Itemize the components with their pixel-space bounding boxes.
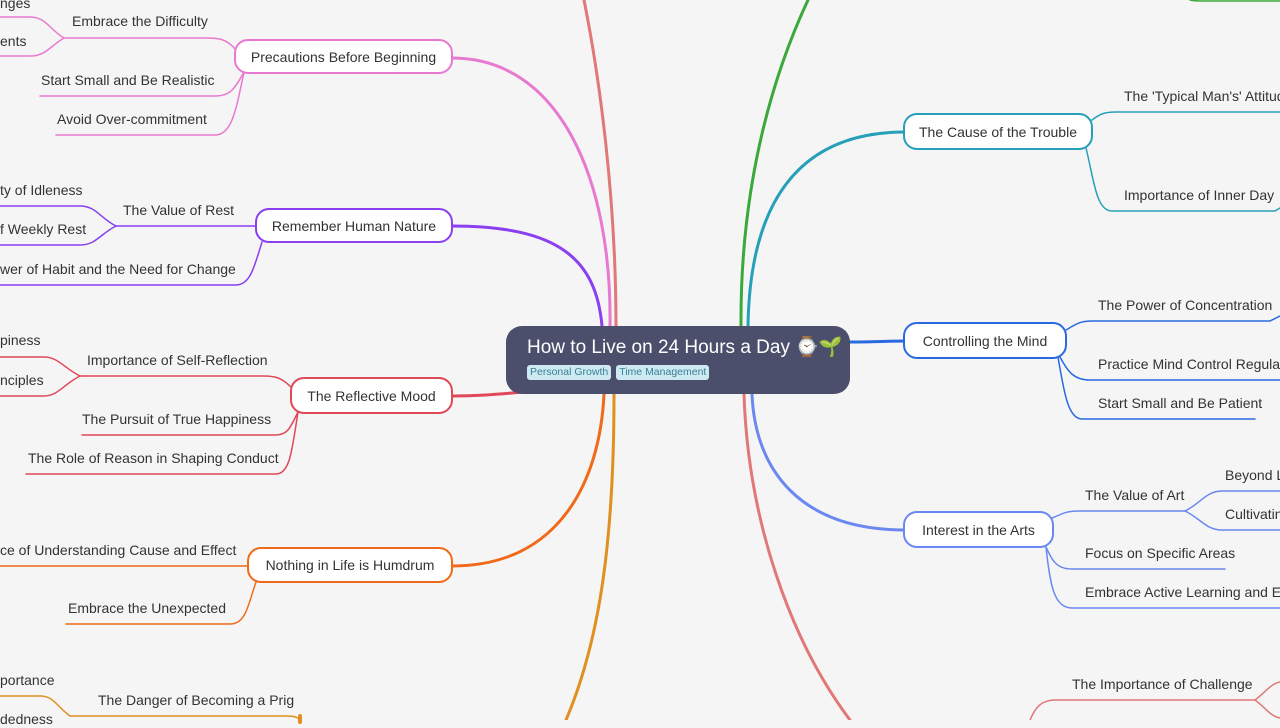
edge-prig-node bbox=[69, 715, 301, 720]
node-reflective-mood[interactable]: The Reflective Mood bbox=[290, 377, 453, 414]
leaf-beyond[interactable]: Beyond L bbox=[1225, 466, 1280, 484]
leaf-prig-gc2[interactable]: dedness bbox=[0, 710, 53, 728]
tag-personal-growth[interactable]: Personal Growth bbox=[527, 365, 612, 380]
leaf-inner-day[interactable]: Importance of Inner Day bbox=[1124, 186, 1274, 204]
leaf-embrace-unexpected[interactable]: Embrace the Unexpected bbox=[68, 599, 226, 617]
edge-root-prig bbox=[564, 392, 616, 720]
leaf-cause-and-effect[interactable]: ce of Understanding Cause and Effect bbox=[0, 541, 236, 559]
leaf-precautions-gc2[interactable]: ents bbox=[0, 32, 26, 50]
node-controlling-mind[interactable]: Controlling the Mind bbox=[903, 322, 1067, 359]
leaf-precautions-gc1[interactable]: nges bbox=[0, 0, 30, 12]
root-topic[interactable]: How to Live on 24 Hours a Day ⌚🌱 Persona… bbox=[506, 326, 850, 394]
leaf-practice-mind-control[interactable]: Practice Mind Control Regularly bbox=[1098, 355, 1280, 373]
edge-importance-gc1 bbox=[1254, 681, 1280, 701]
node-cause-of-trouble[interactable]: The Cause of the Trouble bbox=[903, 113, 1093, 150]
leaf-self-reflection[interactable]: Importance of Self-Reflection bbox=[87, 351, 268, 369]
edge-root-arts bbox=[750, 392, 907, 532]
edge-mind-concentration bbox=[1065, 315, 1280, 331]
leaf-typical-man[interactable]: The 'Typical Man's' Attitud bbox=[1124, 87, 1280, 105]
root-title: How to Live on 24 Hours a Day ⌚🌱 bbox=[527, 337, 843, 358]
edge-challenge-importance bbox=[1029, 699, 1256, 720]
leaf-danger-prig[interactable]: The Danger of Becoming a Prig bbox=[98, 691, 294, 709]
node-interest-in-arts[interactable]: Interest in the Arts bbox=[903, 511, 1054, 548]
node-remember-human-nature[interactable]: Remember Human Nature bbox=[255, 208, 453, 243]
edge-root-precautions bbox=[450, 56, 612, 328]
leaf-start-small-patient[interactable]: Start Small and Be Patient bbox=[1098, 394, 1262, 412]
tag-time-management[interactable]: Time Management bbox=[616, 365, 710, 380]
edge-cause-typical bbox=[1091, 111, 1280, 121]
edge-root-mind bbox=[848, 339, 907, 344]
edge-precautions-difficulty bbox=[63, 37, 237, 51]
leaf-embrace-difficulty[interactable]: Embrace the Difficulty bbox=[72, 12, 208, 30]
edge-root-human-nature bbox=[450, 224, 604, 328]
edge-root-humdrum bbox=[450, 392, 606, 568]
leaf-value-of-art[interactable]: The Value of Art bbox=[1085, 486, 1184, 504]
leaf-role-of-reason[interactable]: The Role of Reason in Shaping Conduct bbox=[28, 449, 279, 467]
node-prig-parent-partial[interactable] bbox=[298, 714, 302, 724]
leaf-cultivating[interactable]: Cultivatin bbox=[1225, 505, 1280, 523]
edge-arts-value bbox=[1051, 510, 1186, 519]
edge-root-reflective bbox=[450, 390, 526, 398]
node-nothing-humdrum[interactable]: Nothing in Life is Humdrum bbox=[247, 547, 453, 583]
node-precautions-before-beginning[interactable]: Precautions Before Beginning bbox=[234, 39, 453, 74]
edge-root-cause bbox=[746, 130, 907, 328]
leaf-reflective-gc1[interactable]: piness bbox=[0, 331, 40, 349]
leaf-start-small-realistic[interactable]: Start Small and Be Realistic bbox=[41, 71, 215, 89]
leaf-power-concentration[interactable]: The Power of Concentration bbox=[1098, 296, 1272, 314]
leaf-focus-specific-areas[interactable]: Focus on Specific Areas bbox=[1085, 544, 1235, 562]
leaf-reflective-gc2[interactable]: nciples bbox=[0, 371, 44, 389]
leaf-humannature-gc1[interactable]: ty of Idleness bbox=[0, 181, 83, 199]
leaf-prig-gc1[interactable]: portance bbox=[0, 671, 54, 689]
leaf-importance-challenge[interactable]: The Importance of Challenge bbox=[1072, 675, 1253, 693]
leaf-value-of-rest[interactable]: The Value of Rest bbox=[123, 201, 234, 219]
leaf-pursuit-happiness[interactable]: The Pursuit of True Happiness bbox=[82, 410, 271, 428]
root-tags: Personal Growth Time Management bbox=[527, 365, 850, 380]
leaf-avoid-overcommitment[interactable]: Avoid Over-commitment bbox=[57, 110, 207, 128]
edge-reflective-selfreflection bbox=[79, 375, 293, 389]
edge-top-green-child bbox=[1189, 0, 1280, 2]
edge-importance-gc2 bbox=[1254, 699, 1280, 719]
leaf-humannature-gc2[interactable]: f Weekly Rest bbox=[0, 220, 86, 238]
leaf-power-of-habit[interactable]: wer of Habit and the Need for Change bbox=[0, 260, 236, 278]
leaf-active-learning[interactable]: Embrace Active Learning and Eng bbox=[1085, 583, 1280, 601]
